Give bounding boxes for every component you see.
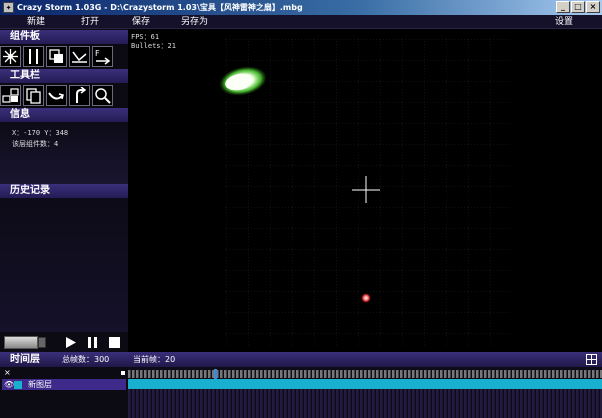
components-row: F <box>0 46 128 68</box>
play-icon[interactable] <box>64 336 77 349</box>
layer-frame-bar[interactable] <box>128 379 602 389</box>
timeline-title: 时间层 <box>10 354 40 365</box>
return-icon[interactable] <box>69 85 90 106</box>
playhead[interactable] <box>214 369 217 379</box>
menu-save-as[interactable]: 另存为 <box>181 15 208 29</box>
info-header: 信息 <box>0 108 128 122</box>
grid-toggle-icon[interactable] <box>586 354 597 365</box>
title-bar: ✦ Crazy Storm 1.03G - D:\Crazystorm 1.03… <box>0 0 602 15</box>
stage-canvas[interactable]: FPS：61 Bullets：21 <box>128 29 602 352</box>
slider-handle[interactable] <box>38 337 46 348</box>
menu-save[interactable]: 保存 <box>132 15 150 29</box>
minimize-button[interactable]: _ <box>556 1 570 13</box>
squares-icon[interactable] <box>46 46 67 67</box>
maximize-button[interactable]: □ <box>571 1 585 13</box>
playback-controls <box>0 333 128 352</box>
eye-icon[interactable]: 👁 <box>4 379 14 390</box>
components-header: 组件板 <box>0 30 128 44</box>
stop-icon[interactable] <box>108 336 121 349</box>
toolbar-header: 工具栏 <box>0 69 128 83</box>
red-bullet <box>361 293 371 303</box>
pause-icon[interactable] <box>86 336 99 349</box>
toolbar-row <box>0 85 128 107</box>
stage-grid <box>219 39 510 345</box>
copy-icon[interactable] <box>23 85 44 106</box>
pillar-icon[interactable] <box>23 46 44 67</box>
bounce-icon[interactable] <box>69 46 90 67</box>
history-panel <box>0 198 128 332</box>
menu-new[interactable]: 新建 <box>27 15 45 29</box>
svg-text:F: F <box>95 49 100 58</box>
timeline-panel: 时间层 总帧数：300 当前帧：20 × 👁 新图层 <box>0 352 602 418</box>
layer-list: × 👁 新图层 <box>0 367 128 418</box>
layer-name: 新图层 <box>28 380 52 389</box>
force-icon[interactable]: F <box>92 46 113 67</box>
bullet-counter: Bullets：21 <box>131 42 176 50</box>
total-frames: 总帧数：300 <box>62 355 110 364</box>
timeline-header: 时间层 总帧数：300 当前帧：20 <box>0 352 602 367</box>
menu-settings[interactable]: 设置 <box>555 15 573 29</box>
frame-track[interactable] <box>128 367 602 418</box>
curve-icon[interactable] <box>46 85 67 106</box>
coordinates-readout: X：-170 Y：348 <box>12 129 69 137</box>
layer-marker <box>121 371 125 375</box>
zoom-icon[interactable] <box>92 85 113 106</box>
layer-count-readout: 该层组件数：4 <box>12 140 59 148</box>
menu-open[interactable]: 打开 <box>81 15 99 29</box>
left-panel: 组件板 F 工具栏 信息 X：-170 Y：348 该层组件数：4 历史记录 <box>0 29 128 352</box>
layer-color-swatch[interactable] <box>14 381 22 389</box>
close-layer-icon[interactable]: × <box>4 368 11 377</box>
close-button[interactable]: × <box>586 1 600 13</box>
layers-icon[interactable] <box>0 85 21 106</box>
window-title: Crazy Storm 1.03G - D:\Crazystorm 1.03\宝… <box>17 3 303 12</box>
app-icon[interactable]: ✦ <box>3 2 14 13</box>
menu-bar: 新建 打开 保存 另存为 设置 <box>0 15 602 29</box>
current-frame: 当前帧：20 <box>133 355 176 364</box>
history-header: 历史记录 <box>0 184 128 198</box>
burst-icon[interactable] <box>0 46 21 67</box>
playback-slider[interactable] <box>4 336 38 349</box>
